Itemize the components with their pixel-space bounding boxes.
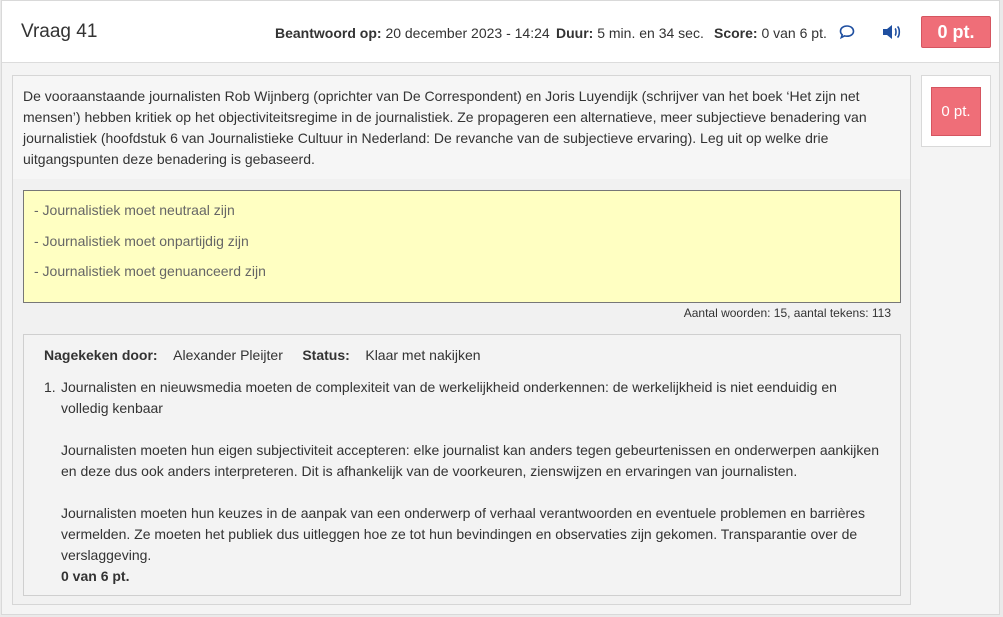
answer-line: - Journalistiek moet neutraal zijn [34,202,235,218]
score-badge: 0 pt. [921,16,991,48]
question-panel: Vraag 41 Beantwoord op: 20 december 2023… [1,0,1000,615]
comment-icon[interactable] [836,21,858,43]
word-count: Aantal woorden: 15, aantal tekens: 113 [683,306,891,320]
model-answer-paragraph: Journalisten moeten hun keuzes in de aan… [61,505,865,563]
duration-label: Duur: [556,25,594,41]
reviewed-by-label: Nagekeken door: [44,347,158,363]
model-answer: 1. Journalisten en nieuwsmedia moeten de… [44,377,884,587]
score-value: 0 van 6 pt. [761,25,827,41]
answer-line: - Journalistiek moet genuanceerd zijn [34,263,266,279]
student-answer: - Journalistiek moet neutraal zijn - Jou… [23,190,901,303]
question-title: Vraag 41 [21,21,98,42]
status-value: Klaar met nakijken [365,347,481,363]
answered-on: Beantwoord op: 20 december 2023 - 14:24 [275,25,550,41]
model-answer-paragraph: Journalisten en nieuwsmedia moeten de co… [61,379,837,416]
review-panel: Nagekeken door: Alexander Pleijter Statu… [23,334,901,596]
duration-value: 5 min. en 34 sec. [597,25,704,41]
question-text: De vooraanstaande journalisten Rob Wijnb… [13,76,910,179]
list-number: 1. [44,379,56,395]
review-score: 0 van 6 pt. [61,568,130,584]
side-score-card: 0 pt. [921,75,991,147]
model-answer-body: Journalisten en nieuwsmedia moeten de co… [61,377,884,587]
side-score-badge: 0 pt. [931,87,981,136]
score: Score: 0 van 6 pt. [714,25,827,41]
review-header: Nagekeken door: Alexander Pleijter Statu… [44,347,481,363]
question-header: Vraag 41 Beantwoord op: 20 december 2023… [2,1,999,63]
answered-on-value: 20 december 2023 - 14:24 [385,25,550,41]
speaker-icon[interactable] [880,21,902,43]
question-content: De vooraanstaande journalisten Rob Wijnb… [12,75,911,605]
score-label: Score: [714,25,758,41]
answered-on-label: Beantwoord op: [275,25,382,41]
status-label: Status: [302,347,350,363]
duration: Duur: 5 min. en 34 sec. [556,25,704,41]
answer-line: - Journalistiek moet onpartijdig zijn [34,232,249,249]
model-answer-paragraph: Journalisten moeten hun eigen subjectivi… [61,442,879,479]
reviewer-name: Alexander Pleijter [173,347,283,363]
